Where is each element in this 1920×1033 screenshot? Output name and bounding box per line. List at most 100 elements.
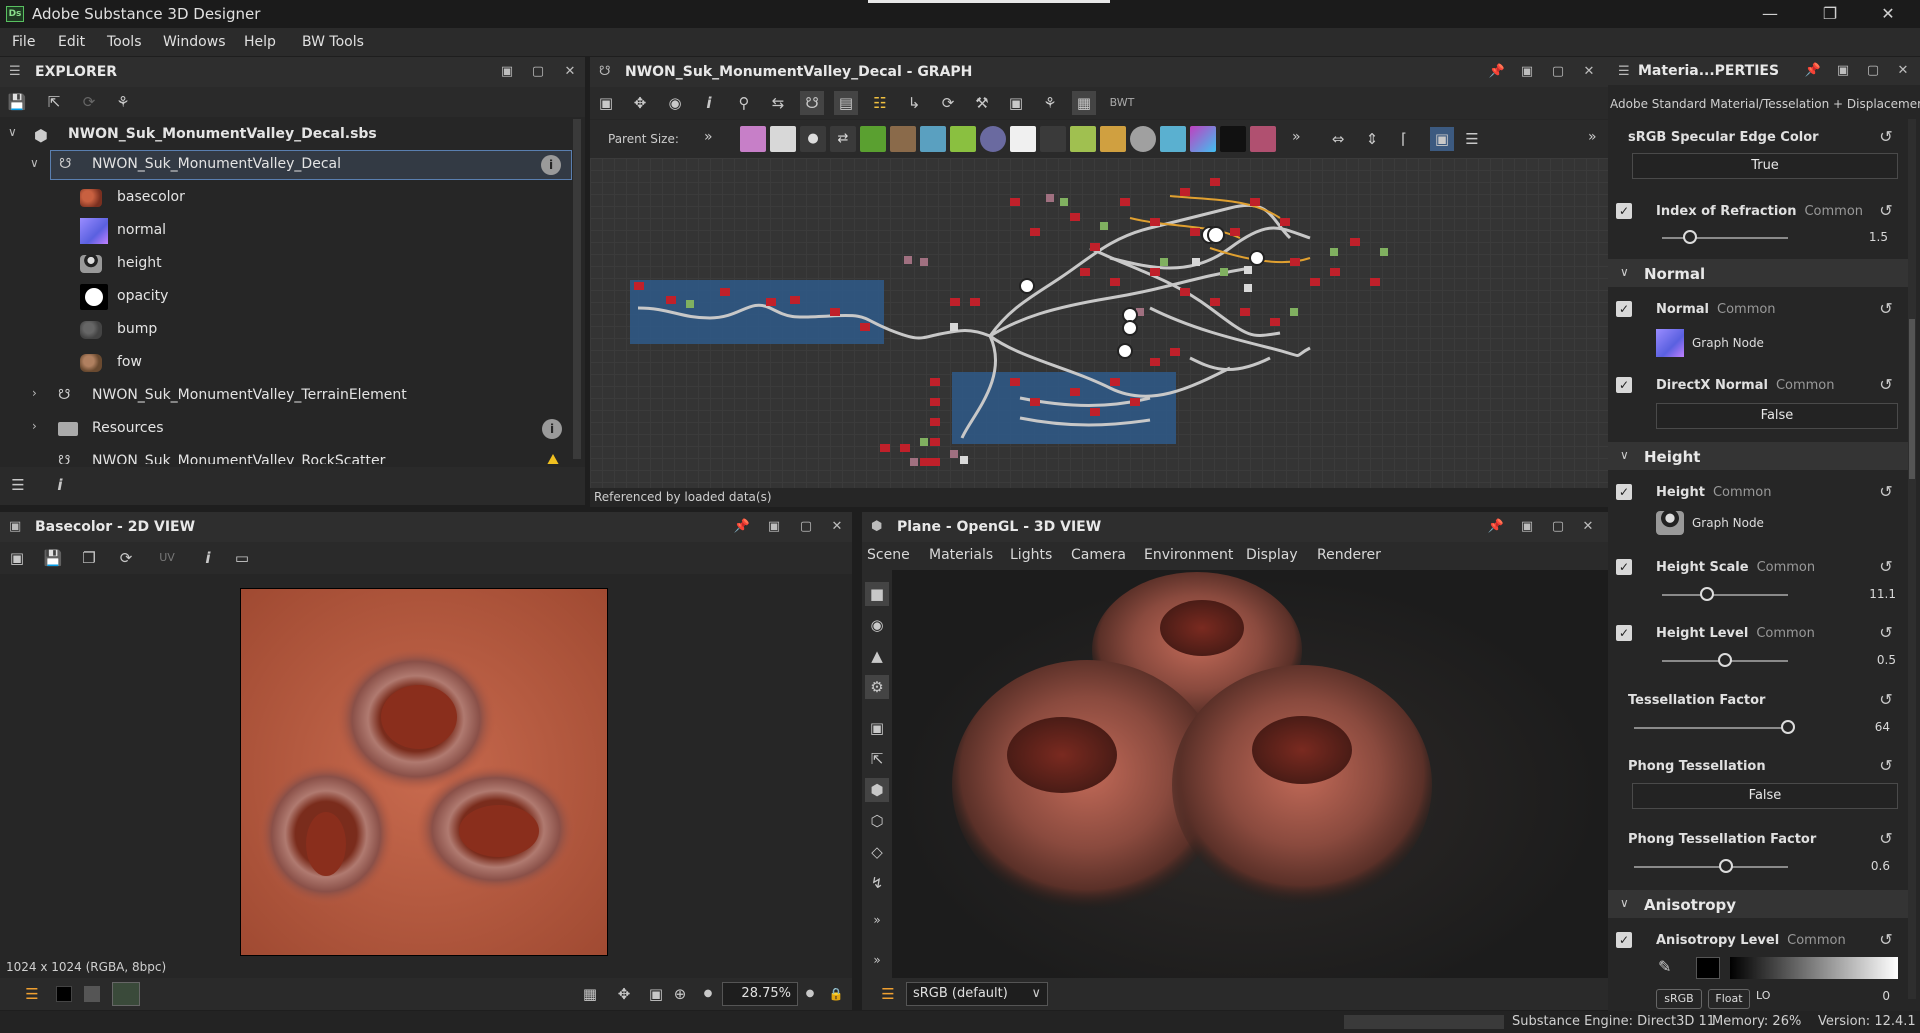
tab-display[interactable]: Display	[1246, 547, 1298, 563]
uv-dropdown[interactable]: UV	[150, 546, 184, 570]
menu-edit[interactable]: Edit	[58, 34, 85, 50]
phong-factor-slider[interactable]	[1634, 866, 1788, 868]
height-scale-value[interactable]: 11.1	[1836, 587, 1896, 601]
shuffle-icon[interactable]: ⇄	[830, 126, 856, 152]
height-level-slider-knob[interactable]	[1718, 653, 1732, 667]
frame-all-icon[interactable]: ▣	[594, 91, 618, 115]
ior-value[interactable]: 1.5	[1828, 230, 1888, 244]
bwt-button[interactable]: BWT	[1106, 91, 1138, 115]
maximize-icon[interactable]: ▢	[1549, 519, 1567, 535]
transform-icon[interactable]	[920, 126, 946, 152]
chevron-right-icon[interactable]: »	[704, 129, 713, 145]
fit-icon[interactable]: ▣	[644, 982, 668, 1006]
camera-icon[interactable]: ◉	[663, 91, 687, 115]
close-icon[interactable]: ✕	[561, 64, 579, 80]
reset-icon[interactable]: ↺	[1876, 127, 1896, 147]
info-icon[interactable]: i	[196, 546, 220, 570]
expand-icon[interactable]: ›	[32, 386, 37, 400]
checkbox-height-level[interactable]: ✓	[1616, 625, 1632, 641]
info-icon[interactable]: i	[542, 419, 562, 439]
anisotropy-color-swatch[interactable]	[1696, 957, 1720, 979]
reset-icon[interactable]: ↺	[1876, 756, 1896, 776]
colorspace-select[interactable]: sRGB (default) ∨	[906, 982, 1048, 1006]
restore-icon[interactable]: ❐	[1810, 2, 1850, 26]
node-options-icon[interactable]: ☰	[1460, 127, 1484, 151]
grid-snap-icon[interactable]: ▦	[1072, 91, 1096, 115]
checker-bg-icon[interactable]	[112, 982, 140, 1006]
anisotropy-gradient[interactable]	[1730, 957, 1898, 979]
basecolor-texture[interactable]	[240, 588, 608, 956]
pan-icon[interactable]: ✥	[628, 91, 652, 115]
menu-help[interactable]: Help	[244, 34, 276, 50]
float-toggle[interactable]: Float	[1708, 989, 1750, 1009]
info-icon[interactable]: i	[697, 91, 721, 115]
wireframe-icon[interactable]: ⬡	[865, 809, 889, 833]
section-normal[interactable]: ∨ Normal	[1608, 259, 1908, 287]
histogram-icon[interactable]: ▭	[230, 546, 254, 570]
eyedropper-icon[interactable]: ✎	[1658, 957, 1671, 976]
reset-icon[interactable]: ↺	[1876, 623, 1896, 643]
tab-camera[interactable]: Camera	[1071, 547, 1126, 563]
height-scale-slider-knob[interactable]	[1700, 587, 1715, 601]
reset-icon[interactable]: ↺	[1876, 690, 1896, 710]
expand-down-icon[interactable]: »	[865, 908, 889, 932]
blend-icon[interactable]	[1040, 126, 1066, 152]
checkbox-normal[interactable]: ✓	[1616, 301, 1632, 317]
anisotropy-value[interactable]: 0	[1830, 989, 1890, 1003]
tree-output-bump[interactable]: bump	[0, 314, 575, 344]
maximize-icon[interactable]: ▢	[529, 64, 547, 80]
reset-icon[interactable]: ↺	[1876, 482, 1896, 502]
tab-renderer[interactable]: Renderer	[1317, 547, 1381, 563]
pin-icon[interactable]: 📌	[733, 519, 751, 535]
expand-down-icon[interactable]: »	[865, 948, 889, 972]
environment-icon[interactable]: ▲	[865, 644, 889, 668]
tree-package[interactable]: ∨ ⬢ NWON_Suk_MonumentValley_Decal.sbs	[0, 119, 575, 149]
zoom-out-icon[interactable]: ●	[696, 982, 720, 1006]
graph-canvas[interactable]	[590, 158, 1608, 488]
refresh-icon[interactable]: ⟳	[114, 546, 138, 570]
graph-layout-icon[interactable]: ☋	[800, 91, 824, 115]
info-toggle-icon[interactable]: i	[48, 473, 72, 497]
center-icon[interactable]: ⊕	[668, 982, 692, 1006]
minimize-icon[interactable]: —	[1750, 2, 1790, 26]
warning-icon[interactable]	[543, 454, 563, 464]
ior-slider[interactable]	[1662, 237, 1788, 239]
float-icon[interactable]: ▣	[1518, 64, 1536, 80]
pin-icon[interactable]: 📌	[1487, 519, 1505, 535]
tree-graph-selected[interactable]: ∨ ☋ NWON_Suk_MonumentValley_Decal i	[30, 150, 572, 180]
tree-resources[interactable]: › Resources i	[0, 413, 575, 443]
grid-icon[interactable]: ▦	[578, 982, 602, 1006]
layers-icon[interactable]: ☰	[20, 982, 44, 1006]
droplet-icon[interactable]: ●	[800, 126, 826, 152]
save-icon[interactable]: 💾	[41, 546, 65, 570]
pin-icon[interactable]: 📌	[1488, 64, 1506, 80]
tree-output-opacity[interactable]: opacity	[0, 281, 575, 311]
refresh-icon[interactable]: ⟳	[936, 91, 960, 115]
axis-icon[interactable]: ⇱	[865, 747, 889, 771]
menu-tools[interactable]: Tools	[107, 34, 142, 50]
maximize-icon[interactable]: ▢	[1549, 64, 1567, 80]
value-icon[interactable]	[1220, 126, 1246, 152]
checkbox-anisotropy[interactable]: ✓	[1616, 932, 1632, 948]
plane-icon[interactable]: ◇	[865, 840, 889, 864]
levels-icon[interactable]	[950, 126, 976, 152]
properties-scrollbar[interactable]	[1908, 119, 1916, 999]
black-bg-icon[interactable]	[56, 986, 72, 1002]
maximize-icon[interactable]: ▢	[1864, 63, 1882, 79]
mesh-cube-icon[interactable]: ⬢	[865, 778, 889, 802]
tree-view-icon[interactable]: ☰	[6, 473, 30, 497]
tree-terrain-element[interactable]: › ☋ NWON_Suk_MonumentValley_TerrainEleme…	[0, 380, 575, 410]
lock-icon[interactable]: 🔒	[824, 982, 848, 1006]
layers-icon[interactable]: ☰	[876, 982, 900, 1006]
tree-output-basecolor[interactable]: basecolor	[0, 182, 575, 212]
tess-factor-value[interactable]: 64	[1830, 720, 1890, 734]
tab-scene[interactable]: Scene	[867, 547, 910, 563]
tree-output-height[interactable]: height	[0, 248, 575, 278]
tab-environment[interactable]: Environment	[1144, 547, 1233, 563]
phong-factor-value[interactable]: 0.6	[1830, 859, 1890, 873]
settings-icon[interactable]: ⚙	[865, 675, 889, 699]
float-icon[interactable]: ▣	[1834, 63, 1852, 79]
reset-icon[interactable]: ↺	[1876, 201, 1896, 221]
close-window-icon[interactable]: ✕	[1868, 2, 1908, 26]
atomic-svg-icon[interactable]	[770, 126, 796, 152]
